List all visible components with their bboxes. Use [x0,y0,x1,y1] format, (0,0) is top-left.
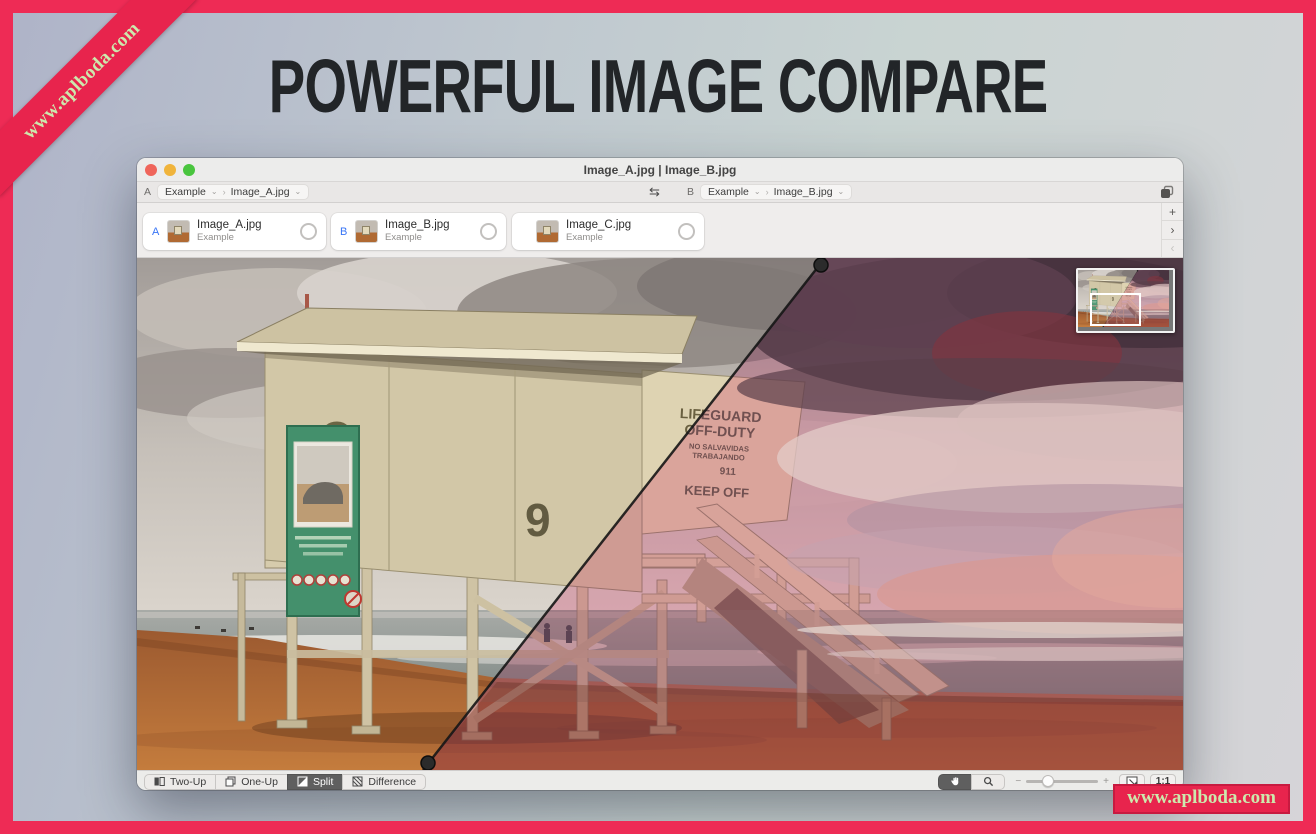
file-slot-label: A [152,226,160,238]
file-folder: Example [197,233,262,244]
file-strip: A Image_A.jpg Example B Image_B.jpg Exam… [137,203,1183,258]
magnifier-icon [983,776,994,787]
difference-label: Difference [368,776,416,788]
site-badge: www.aplboda.com [1113,784,1290,814]
next-file-button[interactable]: › [1162,221,1183,239]
close-window-button[interactable] [145,164,157,176]
zoom-slider-knob[interactable] [1042,775,1054,787]
breadcrumb-b-file[interactable]: Image_B.jpg [774,186,833,198]
zoom-window-button[interactable] [183,164,195,176]
file-thumbnail [536,220,559,243]
view-mode-segmented: Two-Up One-Up Split [144,774,426,790]
zoom-slider[interactable]: − + [1015,776,1109,787]
hand-icon [950,776,961,787]
chevron-down-icon: ⌄ [754,188,761,196]
file-thumbnail [167,220,190,243]
split-button[interactable]: Split [287,774,343,790]
page-title: POWERFUL IMAGE COMPARE [269,43,1048,129]
file-name: Image_C.jpg [566,219,631,232]
compare-viewport[interactable]: 9 9 LIFEGUARD OFF-DUTY NO SALVAVIDAS TRA… [137,258,1183,770]
file-slot-label: B [340,226,348,238]
split-handle-top[interactable] [814,258,828,272]
bottom-toolbar: Two-Up One-Up Split [137,770,1183,790]
zoom-out-mark: − [1015,776,1021,787]
file-name: Image_A.jpg [197,219,262,232]
file-card-image-b[interactable]: B Image_B.jpg Example [331,213,506,250]
magnifier-tool-button[interactable] [971,774,1005,790]
badge-text: www.aplboda.com [1127,787,1276,808]
zoom-in-mark: + [1103,776,1109,787]
hero-banner: POWERFUL IMAGE COMPARE [0,46,1316,126]
two-up-icon [154,776,165,787]
one-up-icon [225,776,236,787]
file-folder: Example [385,233,450,244]
chevron-down-icon: ⌄ [838,188,845,196]
prev-file-button[interactable]: ‹ [1162,240,1183,257]
file-select-radio[interactable] [678,223,695,240]
path-bar: A Example ⌄ › Image_A.jpg ⌄ ⇆ B Example … [137,182,1183,203]
file-select-radio[interactable] [480,223,497,240]
zoom-slider-track[interactable] [1026,780,1098,783]
breadcrumb-b-pill[interactable]: Example ⌄ › Image_B.jpg ⌄ [700,184,852,200]
breadcrumb-b-folder[interactable]: Example [708,186,749,198]
add-file-button[interactable]: + [1162,203,1183,221]
difference-icon [352,776,363,787]
navigator-viewport-rect[interactable] [1090,293,1141,326]
two-up-label: Two-Up [170,776,206,788]
traffic-lights [145,158,195,181]
overview-navigator[interactable] [1076,268,1175,333]
file-name: Image_B.jpg [385,219,450,232]
slot-a-label: A [144,186,151,198]
tower-number-text: 9 [525,494,551,546]
slot-b-label: B [687,186,694,198]
two-up-button[interactable]: Two-Up [144,774,216,790]
window-title: Image_A.jpg | Image_B.jpg [584,163,737,177]
swap-ab-icon[interactable]: ⇆ [649,182,660,202]
file-thumbnail [355,220,378,243]
breadcrumb-separator-icon: › [223,187,226,197]
hand-tool-button[interactable] [938,774,972,790]
app-window: Image_A.jpg | Image_B.jpg A Example ⌄ › … [137,158,1183,790]
file-folder: Example [566,233,631,244]
split-label: Split [313,776,333,788]
file-strip-controls: + › ‹ [1161,203,1183,257]
compare-photo: 9 9 LIFEGUARD OFF-DUTY NO SALVAVIDAS TRA… [137,258,1183,770]
split-icon [297,776,308,787]
breadcrumb-a-pill[interactable]: Example ⌄ › Image_A.jpg ⌄ [157,184,309,200]
breadcrumb-a-folder[interactable]: Example [165,186,206,198]
chevron-down-icon: ⌄ [295,188,302,196]
file-card-image-c[interactable]: Image_C.jpg Example [512,213,704,250]
minimize-window-button[interactable] [164,164,176,176]
breadcrumb-a: A Example ⌄ › Image_A.jpg ⌄ [144,182,309,202]
gallery-panel-icon[interactable] [1160,185,1174,199]
chevron-down-icon: ⌄ [211,188,218,196]
breadcrumb-b: B Example ⌄ › Image_B.jpg ⌄ [687,182,852,202]
window-titlebar: Image_A.jpg | Image_B.jpg [137,158,1183,182]
file-select-radio[interactable] [300,223,317,240]
breadcrumb-a-file[interactable]: Image_A.jpg [231,186,290,198]
split-handle-bottom[interactable] [421,756,435,770]
one-up-label: One-Up [241,776,278,788]
breadcrumb-separator-icon: › [766,187,769,197]
tool-segmented [938,774,1005,790]
one-up-button[interactable]: One-Up [215,774,288,790]
file-card-image-a[interactable]: A Image_A.jpg Example [143,213,326,250]
difference-button[interactable]: Difference [342,774,426,790]
